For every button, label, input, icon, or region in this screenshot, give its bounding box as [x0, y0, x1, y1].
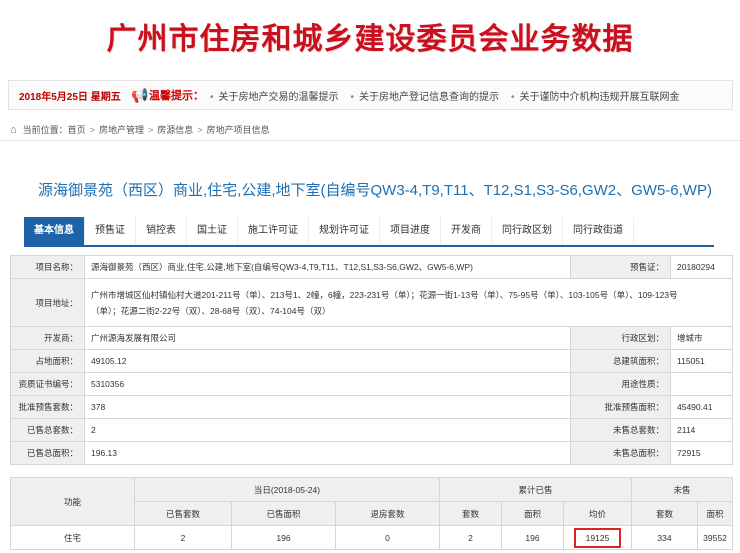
developer-value: 广州源海发展有限公司 — [84, 326, 571, 350]
breadcrumb-home[interactable]: 首页 — [68, 123, 86, 136]
tab-sales-control[interactable]: 销控表 — [136, 217, 187, 245]
address-label: 项目地址： — [10, 278, 85, 327]
breadcrumb-separator: > — [89, 124, 95, 135]
tab-planning-permit[interactable]: 规划许可证 — [309, 217, 380, 245]
info-row: 已售总套数： 2 未售总套数： 2114 — [10, 418, 733, 442]
approved-units-label: 批准预售套数： — [10, 395, 85, 419]
district-value: 增城市 — [670, 326, 733, 350]
unsold-units-label: 未售总套数： — [570, 418, 671, 442]
usage-label: 用途性质： — [570, 372, 671, 396]
info-row: 项目地址： 广州市增城区仙村镇仙村大道201-211号（单）、213号1、2幢，… — [10, 278, 733, 327]
tab-progress[interactable]: 项目进度 — [380, 217, 441, 245]
col-returned-units: 退房套数 — [335, 501, 440, 526]
sales-table: 功能 当日(2018-05-24) 累计已售 未售 已售套数 已售面积 退房套数… — [10, 477, 733, 550]
cell-cum-units: 2 — [439, 525, 502, 550]
col-unsold-area: 面积 — [697, 501, 733, 526]
today-header: 当日(2018-05-24) — [134, 477, 440, 502]
cell-unsold-area: 39552 — [697, 525, 733, 550]
cell-cum-area: 196 — [501, 525, 564, 550]
breadcrumb-separator: > — [197, 124, 203, 135]
col-sold-area: 已售面积 — [231, 501, 336, 526]
function-header: 功能 — [10, 477, 135, 526]
megaphone-icon: 📢 — [131, 86, 149, 103]
breadcrumb-realestate[interactable]: 房地产管理 — [99, 123, 144, 136]
land-area-label: 占地面积： — [10, 349, 85, 373]
cell-sold-area: 196 — [231, 525, 336, 550]
col-cum-area: 面积 — [501, 501, 564, 526]
cell-returned-units: 0 — [335, 525, 440, 550]
info-row: 批准预售套数： 378 批准预售面积： 45490.41 — [10, 395, 733, 419]
cumulative-header: 累计已售 — [439, 477, 632, 502]
cert-value: 5310356 — [84, 372, 571, 396]
info-row: 开发商： 广州源海发展有限公司 行政区划： 增城市 — [10, 326, 733, 350]
avg-price-highlight: 19125 — [573, 527, 622, 548]
divider — [0, 140, 740, 141]
project-name-label: 项目名称： — [10, 255, 85, 279]
total-build-label: 总建筑面积： — [570, 349, 671, 373]
total-build-value: 115051 — [670, 349, 733, 373]
breadcrumb-listings[interactable]: 房源信息 — [157, 123, 193, 136]
approved-area-label: 批准预售面积： — [570, 395, 671, 419]
breadcrumb-current: 房地产项目信息 — [206, 125, 270, 135]
col-cum-units: 套数 — [439, 501, 502, 526]
table-row: 住宅 2 196 0 2 196 19125 334 39552 — [10, 525, 733, 550]
project-info-table: 项目名称： 源海御景苑（西区）商业,住宅,公建,地下室(自编号QW3-4,T9,… — [10, 255, 733, 465]
tab-bar: 基本信息 预售证 销控表 国土证 施工许可证 规划许可证 项目进度 开发商 同行… — [24, 217, 714, 247]
approved-units-value: 378 — [84, 395, 571, 419]
project-title: 源海御景苑（西区）商业,住宅,公建,地下室(自编号QW3-4,T9,T11、T1… — [38, 182, 712, 199]
info-row: 资质证书编号： 5310356 用途性质： — [10, 372, 733, 396]
notice-label: 温馨提示： — [149, 90, 204, 102]
land-area-value: 49105.12 — [84, 349, 571, 373]
project-name-value: 源海御景苑（西区）商业,住宅,公建,地下室(自编号QW3-4,T9,T11、T1… — [84, 255, 571, 279]
unsold-area-label: 未售总面积： — [570, 441, 671, 465]
col-unsold-units: 套数 — [631, 501, 698, 526]
tab-land-cert[interactable]: 国土证 — [187, 217, 238, 245]
sales-header-row: 功能 当日(2018-05-24) 累计已售 未售 — [10, 477, 733, 526]
info-row: 项目名称： 源海御景苑（西区）商业,住宅,公建,地下室(自编号QW3-4,T9,… — [10, 255, 733, 279]
cell-avg-price: 19125 — [563, 525, 632, 550]
tab-developer[interactable]: 开发商 — [441, 217, 492, 245]
cell-sold-units: 2 — [134, 525, 232, 550]
cert-label: 资质证书编号： — [10, 372, 85, 396]
unsold-units-value: 2114 — [670, 418, 733, 442]
presale-value: 20180294 — [670, 255, 733, 279]
district-label: 行政区划： — [570, 326, 671, 350]
home-icon: ⌂ — [10, 123, 17, 136]
breadcrumb: ⌂ 当前位置： 首页 > 房地产管理 > 房源信息 > 房地产项目信息 — [10, 123, 270, 136]
address-line-2: （单）；花源二街2-22号（双）、28-68号（双）、74-104号（双） — [91, 305, 331, 316]
notice-link-3[interactable]: 关于谨防中介机构违规开展互联网金 — [511, 88, 680, 103]
info-row: 占地面积： 49105.12 总建筑面积： 115051 — [10, 349, 733, 373]
site-title: 广州市住房和城乡建设委员会业务数据 — [106, 22, 634, 57]
notice-link-1[interactable]: 关于房地产交易的温馨提示 — [210, 88, 339, 103]
presale-label: 预售证： — [570, 255, 671, 279]
unsold-area-value: 72915 — [670, 441, 733, 465]
tab-basic-info[interactable]: 基本信息 — [24, 217, 85, 245]
tab-same-district[interactable]: 同行政区划 — [492, 217, 563, 245]
col-sold-units: 已售套数 — [134, 501, 232, 526]
cell-unsold-units: 334 — [631, 525, 698, 550]
tab-same-street[interactable]: 同行政街道 — [563, 217, 634, 245]
usage-value — [670, 372, 733, 396]
breadcrumb-separator: > — [147, 124, 154, 135]
breadcrumb-prefix: 当前位置： — [22, 125, 68, 135]
tab-construction-permit[interactable]: 施工许可证 — [238, 217, 309, 245]
sold-area-value: 196.13 — [84, 441, 571, 465]
row-function: 住宅 — [10, 525, 135, 550]
developer-label: 开发商： — [10, 326, 85, 350]
unsold-header: 未售 — [631, 477, 733, 502]
info-row: 已售总面积： 196.13 未售总面积： 72915 — [10, 441, 733, 465]
sold-units-value: 2 — [84, 418, 571, 442]
notice-bar: 2018年5月25日 星期五 📢 温馨提示： 关于房地产交易的温馨提示 关于房地… — [8, 80, 733, 110]
sold-area-label: 已售总面积： — [10, 441, 85, 465]
sold-units-label: 已售总套数： — [10, 418, 85, 442]
address-line-1: 广州市增城区仙村镇仙村大道201-211号（单）、213号1、2幢，6幢，223… — [91, 289, 678, 300]
address-value: 广州市增城区仙村镇仙村大道201-211号（单）、213号1、2幢，6幢，223… — [84, 278, 733, 327]
site-banner: 广州市住房和城乡建设委员会业务数据 — [0, 0, 740, 68]
current-date: 2018年5月25日 星期五 — [19, 91, 121, 103]
col-avg-price: 均价 — [563, 501, 632, 526]
approved-area-value: 45490.41 — [670, 395, 733, 419]
notice-link-2[interactable]: 关于房地产登记信息查询的提示 — [351, 88, 499, 103]
tab-presale-cert[interactable]: 预售证 — [85, 217, 136, 245]
